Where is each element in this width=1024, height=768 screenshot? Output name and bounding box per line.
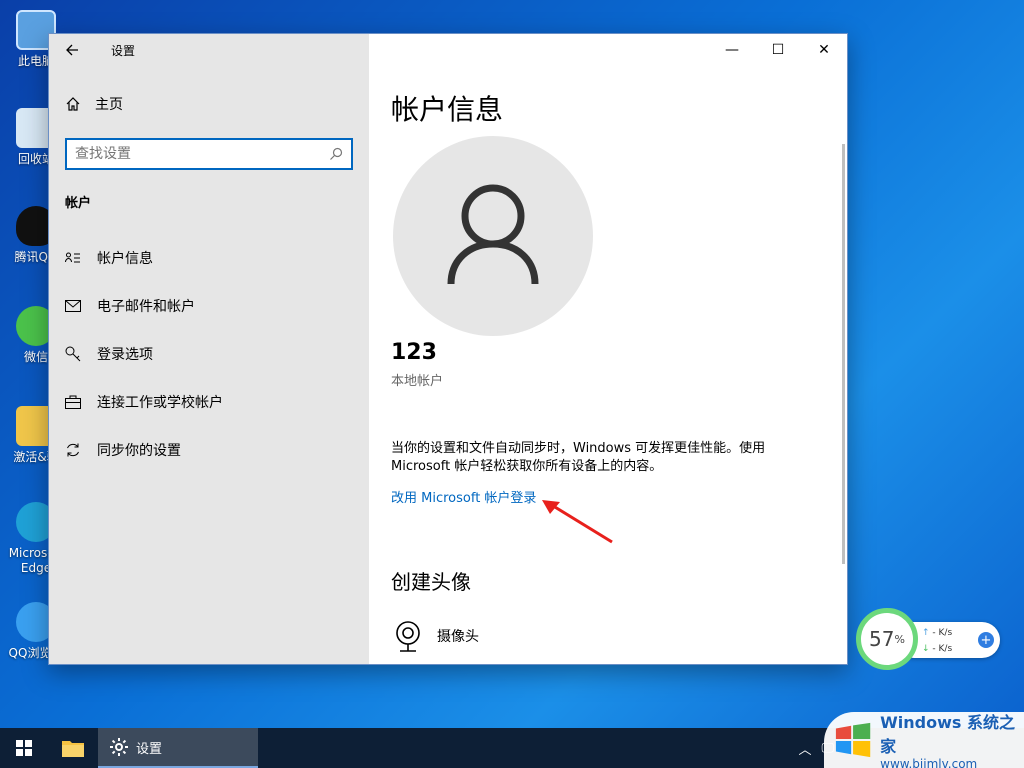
- search-input[interactable]: [75, 146, 329, 162]
- home-icon: [66, 97, 80, 111]
- sidebar-item-email[interactable]: 电子邮件和帐户: [49, 282, 369, 330]
- sidebar-item-sign-in-options[interactable]: 登录选项: [49, 330, 369, 378]
- taskbar-settings-label: 设置: [136, 741, 163, 757]
- sidebar-item-label: 连接工作或学校帐户: [97, 395, 223, 411]
- watermark-url: www.bjjmlv.com: [880, 757, 978, 768]
- annotation-arrow-icon: [542, 500, 613, 544]
- camera-option[interactable]: 摄像头: [393, 620, 479, 652]
- sidebar-item-account-info[interactable]: 帐户信息: [49, 234, 369, 282]
- avatar: [393, 136, 593, 336]
- key-icon: [65, 346, 81, 362]
- sidebar-item-label: 电子邮件和帐户: [97, 299, 195, 315]
- chevron-up-icon[interactable]: ︿: [798, 739, 811, 758]
- create-avatar-title: 创建头像: [391, 570, 471, 594]
- section-label: 帐户: [65, 196, 92, 211]
- sidebar-item-sync[interactable]: 同步你的设置: [49, 426, 369, 474]
- window-title: 设置: [111, 43, 136, 58]
- memory-percent: 57: [869, 627, 895, 651]
- sidebar: 设置 主页 帐户 帐户信息 电子邮件和帐户: [49, 34, 369, 664]
- camera-icon: [396, 621, 420, 652]
- gear-icon: [110, 738, 128, 756]
- mail-icon: [65, 298, 81, 314]
- microsoft-signin-link[interactable]: 改用 Microsoft 帐户登录: [391, 487, 536, 506]
- sidebar-item-label: 登录选项: [97, 347, 153, 363]
- camera-label: 摄像头: [437, 629, 479, 645]
- close-button[interactable]: ✕: [801, 34, 847, 66]
- account-info-icon: [65, 250, 81, 266]
- windows-logo-icon: [16, 740, 32, 756]
- briefcase-icon: [65, 394, 81, 410]
- watermark-brand: Windows: [880, 713, 962, 732]
- home-link[interactable]: 主页: [65, 94, 123, 114]
- maximize-button[interactable]: ☐: [755, 34, 801, 66]
- memory-percent-unit: %: [894, 632, 905, 646]
- home-label: 主页: [95, 97, 123, 113]
- windows-logo-icon: [835, 722, 871, 758]
- network-widget[interactable]: 57% ↑ - K/s ↓ - K/s +: [856, 608, 1002, 670]
- window-controls: — ☐ ✕: [709, 34, 847, 66]
- sidebar-nav: 帐户信息 电子邮件和帐户 登录选项 连接工作或学校帐户 同步你的设置: [49, 234, 369, 474]
- watermark: Windows 系统之家 www.bjjmlv.com: [824, 712, 1024, 768]
- title-bar: 设置: [49, 34, 369, 66]
- search-box[interactable]: [65, 138, 353, 170]
- sync-icon: [65, 442, 81, 458]
- username: 123: [391, 340, 437, 365]
- taskbar-file-explorer[interactable]: [48, 728, 98, 768]
- back-button[interactable]: [49, 34, 95, 66]
- upload-speed: ↑ - K/s: [922, 628, 953, 638]
- sync-description: 当你的设置和文件自动同步时，Windows 可发挥更佳性能。使用 Microso…: [391, 441, 766, 474]
- settings-window: 设置 主页 帐户 帐户信息 电子邮件和帐户: [48, 33, 848, 665]
- folder-icon: [62, 741, 84, 757]
- sidebar-item-label: 帐户信息: [97, 251, 153, 267]
- sidebar-item-work-school[interactable]: 连接工作或学校帐户: [49, 378, 369, 426]
- main-content: — ☐ ✕ 帐户信息 123 本地帐户 当你的设置和文件自动同步时，Window…: [369, 34, 847, 664]
- scrollbar[interactable]: [842, 144, 845, 564]
- taskbar-settings[interactable]: 设置: [98, 728, 258, 768]
- start-button[interactable]: [0, 728, 48, 768]
- page-title: 帐户信息: [391, 93, 504, 126]
- minimize-button[interactable]: —: [709, 34, 755, 66]
- search-icon: [330, 147, 343, 160]
- user-icon: [447, 184, 539, 285]
- account-type: 本地帐户: [391, 374, 444, 389]
- download-speed: ↓ - K/s: [922, 644, 953, 654]
- back-arrow-icon: [66, 44, 78, 56]
- memory-usage-circle: 57%: [856, 608, 918, 670]
- sidebar-item-label: 同步你的设置: [97, 443, 181, 459]
- add-icon[interactable]: +: [978, 632, 994, 648]
